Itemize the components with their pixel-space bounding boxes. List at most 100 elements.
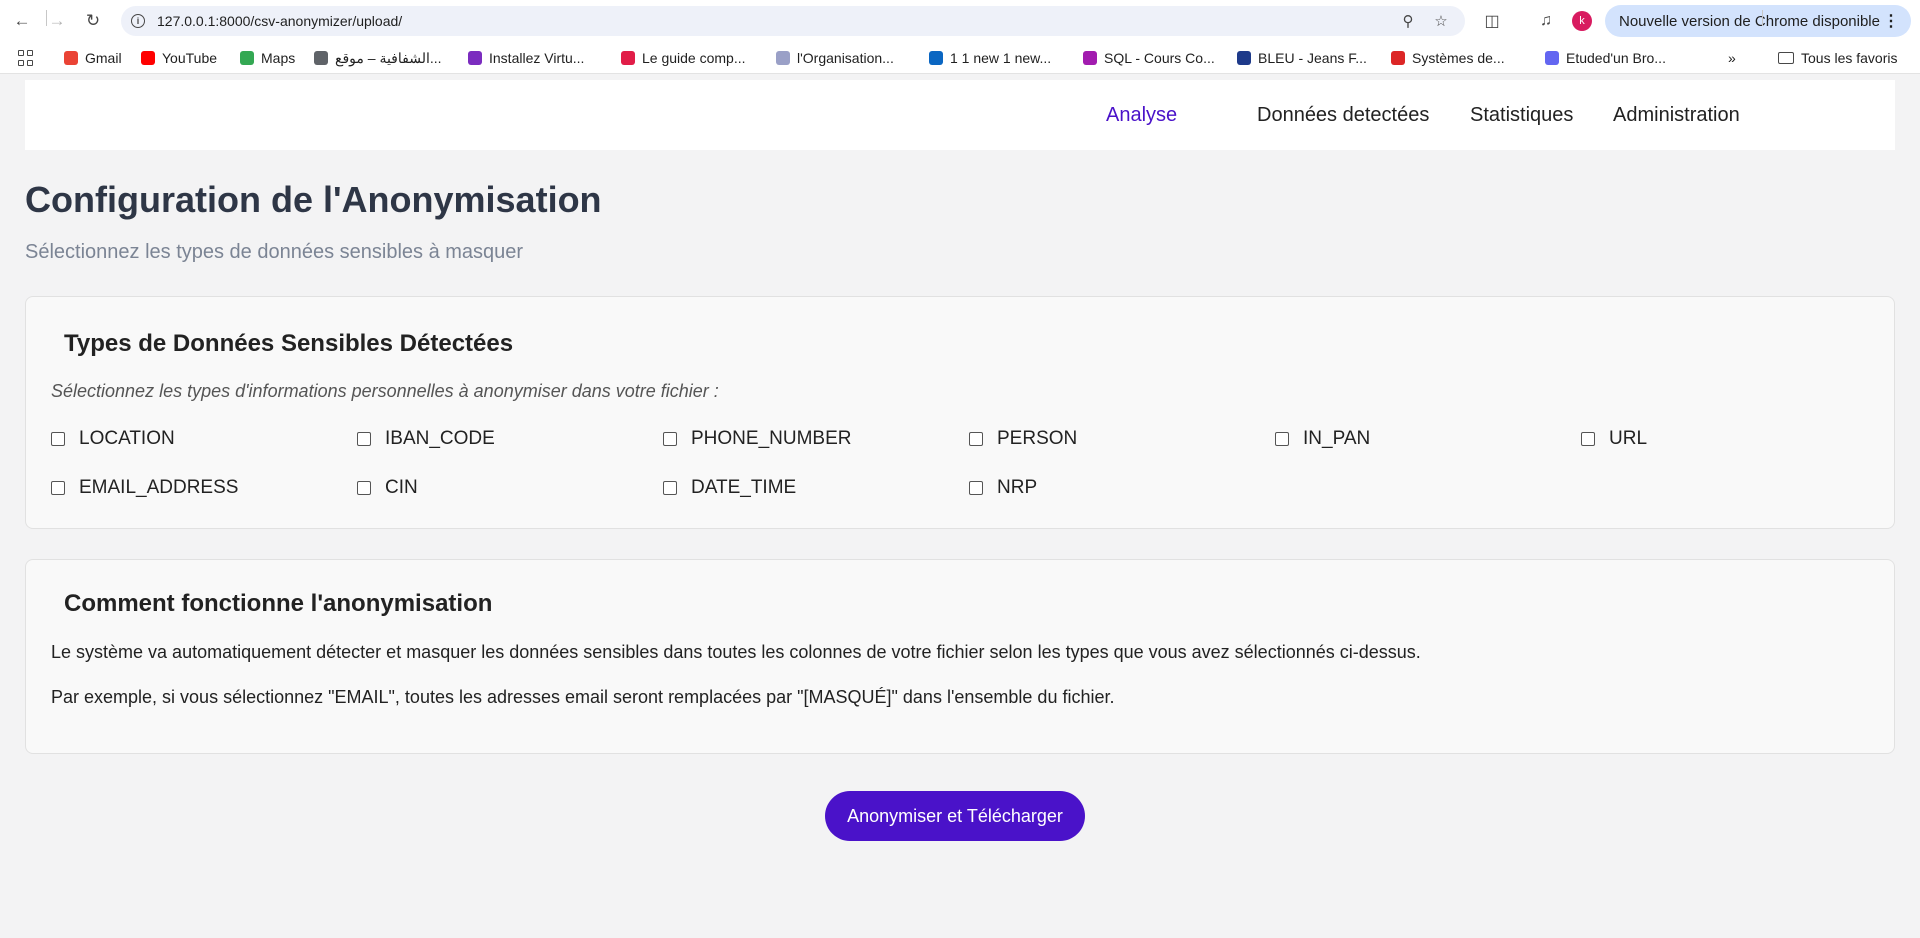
checkbox-box[interactable] <box>663 481 677 495</box>
checkbox-box[interactable] <box>969 432 983 446</box>
how-it-works-card: Comment fonctionne l'anonymisation Le sy… <box>25 559 1895 754</box>
checkbox-label: EMAIL_ADDRESS <box>79 477 239 498</box>
bookmark-label: Maps <box>261 50 296 66</box>
bookmark-item[interactable]: Etuded'un Bro... <box>1545 48 1666 68</box>
bookmark-label: الشفافية – موقع... <box>335 49 442 66</box>
profile-avatar[interactable]: k <box>1572 11 1592 31</box>
checkbox-nrp[interactable]: NRP <box>969 477 1037 499</box>
gmail-icon <box>64 51 78 65</box>
page-subtitle: Sélectionnez les types de données sensib… <box>25 241 524 263</box>
checkbox-url[interactable]: URL <box>1581 428 1647 450</box>
bookmark-label: SQL - Cours Co... <box>1104 50 1215 66</box>
checkbox-box[interactable] <box>969 481 983 495</box>
checkbox-label: LOCATION <box>79 428 175 449</box>
circle-logo-icon <box>776 51 790 65</box>
bookmark-label: Gmail <box>85 50 122 66</box>
nav-donnees-detectees[interactable]: Données detectées <box>1257 104 1429 127</box>
bookmark-label: 1 1 new 1 new... <box>950 50 1052 66</box>
bookmark-item[interactable]: Gmail <box>64 48 122 68</box>
extensions-icon[interactable]: ◫ <box>1477 6 1507 36</box>
nav-analyse[interactable]: Analyse <box>1106 104 1177 127</box>
site-info-icon[interactable]: i <box>131 14 145 28</box>
checkbox-date-time[interactable]: DATE_TIME <box>663 477 796 499</box>
sensitive-types-hint: Sélectionnez les types d'informations pe… <box>51 381 719 401</box>
checkbox-iban-code[interactable]: IBAN_CODE <box>357 428 495 450</box>
bookmark-label: YouTube <box>162 50 218 66</box>
checkbox-box[interactable] <box>51 432 65 446</box>
sensitive-types-card: Types de Données Sensibles Détectées Sél… <box>25 296 1895 529</box>
address-bar[interactable]: i 127.0.0.1:8000/csv-anonymizer/upload/ … <box>121 6 1465 36</box>
menu-icon[interactable]: ⋮ <box>1883 11 1899 31</box>
checkbox-box[interactable] <box>51 481 65 495</box>
bookmark-item[interactable]: Le guide comp... <box>621 48 746 68</box>
youtube-icon <box>141 51 155 65</box>
target-icon <box>1545 51 1559 65</box>
checkbox-email-address[interactable]: EMAIL_ADDRESS <box>51 477 238 499</box>
bookmark-item[interactable]: Installez Virtu... <box>468 48 584 68</box>
bookmark-item[interactable]: الشفافية – موقع... <box>314 48 442 68</box>
lcw-icon <box>1237 51 1251 65</box>
nav-administration[interactable]: Administration <box>1613 104 1740 127</box>
bookmark-item[interactable]: YouTube <box>141 48 217 68</box>
top-navigation: Analyse Données detectées Statistiques A… <box>25 80 1895 150</box>
bookmark-label: Etuded'un Bro... <box>1566 50 1666 66</box>
bookmark-item[interactable]: Systèmes de... <box>1391 48 1505 68</box>
checkbox-phone-number[interactable]: PHONE_NUMBER <box>663 428 851 450</box>
zoom-icon[interactable]: ⚲ <box>1398 11 1418 31</box>
checkbox-label: IN_PAN <box>1303 428 1371 449</box>
checkbox-box[interactable] <box>663 432 677 446</box>
star-icon[interactable]: ☆ <box>1431 11 1451 31</box>
bookmark-label: Le guide comp... <box>642 50 746 66</box>
bookmark-item[interactable]: l'Organisation... <box>776 48 894 68</box>
nav-statistiques[interactable]: Statistiques <box>1470 104 1573 127</box>
checkbox-label: DATE_TIME <box>691 477 797 498</box>
checkbox-label: IBAN_CODE <box>385 428 495 449</box>
checkbox-label: PERSON <box>997 428 1078 449</box>
maps-icon <box>240 51 254 65</box>
page-title: Configuration de l'Anonymisation <box>25 179 602 220</box>
more-bookmarks-icon[interactable]: » <box>1728 48 1736 68</box>
bookmark-item[interactable]: BLEU - Jeans F... <box>1237 48 1367 68</box>
page-content: Analyse Données detectées Statistiques A… <box>0 75 1920 938</box>
media-icon[interactable]: ♫ <box>1531 6 1561 36</box>
bookmark-separator <box>1762 10 1763 26</box>
folder-icon <box>1778 52 1794 64</box>
sensitive-types-title: Types de Données Sensibles Détectées <box>64 330 514 357</box>
checkbox-box[interactable] <box>1275 432 1289 446</box>
browser-toolbar: ← → ↻ i 127.0.0.1:8000/csv-anonymizer/up… <box>0 0 1920 41</box>
bookmark-item[interactable]: 1 1 new 1 new... <box>929 48 1051 68</box>
all-bookmarks-label: Tous les favoris <box>1801 50 1898 66</box>
purple-square-icon <box>468 51 482 65</box>
red-logo-icon <box>621 51 635 65</box>
checkbox-box[interactable] <box>1581 432 1595 446</box>
checkbox-in-pan[interactable]: IN_PAN <box>1275 428 1370 450</box>
checkbox-label: PHONE_NUMBER <box>691 428 852 449</box>
checkbox-cin[interactable]: CIN <box>357 477 418 499</box>
purple-circle-icon <box>1083 51 1097 65</box>
all-bookmarks-button[interactable]: Tous les favoris <box>1778 48 1897 68</box>
how-it-works-paragraph: Le système va automatiquement détecter e… <box>51 642 1421 662</box>
bookmark-label: Systèmes de... <box>1412 50 1505 66</box>
bookmark-label: l'Organisation... <box>797 50 894 66</box>
checkbox-label: CIN <box>385 477 418 498</box>
example-paragraph: Par exemple, si vous sélectionnez "EMAIL… <box>51 687 1115 707</box>
chrome-update-label: Nouvelle version de Chrome disponible <box>1619 12 1880 30</box>
back-icon[interactable]: ← <box>7 6 37 36</box>
bookmark-separator <box>46 10 47 26</box>
globe-icon <box>314 51 328 65</box>
bookmark-item[interactable]: Maps <box>240 48 295 68</box>
anonymize-download-button[interactable]: Anonymiser et Télécharger <box>825 791 1085 841</box>
bookmark-label: Installez Virtu... <box>489 50 585 66</box>
checkbox-box[interactable] <box>357 432 371 446</box>
checkbox-box[interactable] <box>357 481 371 495</box>
linkedin-icon <box>929 51 943 65</box>
chrome-update-button[interactable]: Nouvelle version de Chrome disponible ⋮ <box>1605 5 1911 37</box>
bookmark-item[interactable]: SQL - Cours Co... <box>1083 48 1215 68</box>
checkbox-person[interactable]: PERSON <box>969 428 1077 450</box>
checkbox-location[interactable]: LOCATION <box>51 428 175 450</box>
checkbox-label: URL <box>1609 428 1648 449</box>
apps-grid-icon[interactable] <box>18 50 34 66</box>
checkbox-label: NRP <box>997 477 1038 498</box>
url-text[interactable]: 127.0.0.1:8000/csv-anonymizer/upload/ <box>157 13 402 29</box>
reload-icon[interactable]: ↻ <box>78 6 108 36</box>
